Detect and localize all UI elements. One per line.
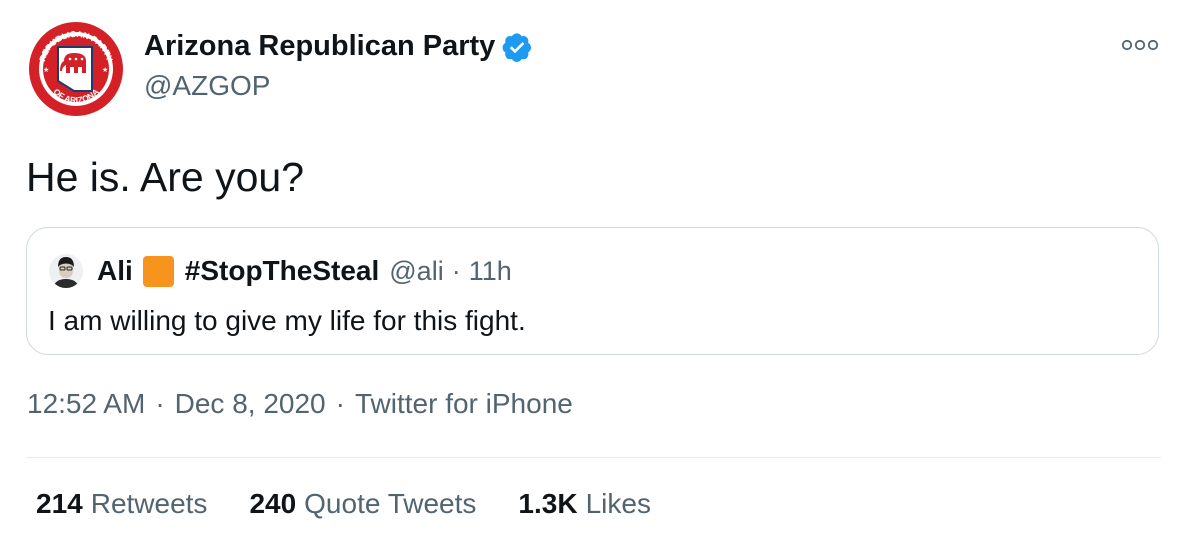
- author-handle[interactable]: @AZGOP: [144, 70, 270, 102]
- quoted-tweet-text: I am willing to give my life for this fi…: [48, 305, 526, 336]
- person-avatar-icon: [49, 254, 83, 288]
- svg-text:★: ★: [102, 66, 108, 74]
- svg-text:★: ★: [43, 66, 49, 74]
- quoted-author-hashtag[interactable]: #StopTheSteal: [185, 255, 379, 287]
- likes-stat[interactable]: 1.3K Likes: [518, 488, 651, 520]
- quoted-author-name[interactable]: Ali: [97, 255, 133, 287]
- quote-tweets-label: Quote Tweets: [304, 488, 477, 519]
- divider: [26, 457, 1161, 458]
- likes-label: Likes: [585, 488, 651, 519]
- tweet-time[interactable]: 12:52 AM: [27, 388, 145, 419]
- retweets-stat[interactable]: 214 Retweets: [36, 488, 207, 520]
- author-avatar[interactable]: REPUBLICAN PARTY OF ARIZONA ★ ★: [28, 21, 124, 117]
- quoted-tweet[interactable]: Ali #StopTheSteal @ali · 11h I am willin…: [26, 227, 1159, 355]
- azgop-logo: REPUBLICAN PARTY OF ARIZONA ★ ★: [29, 22, 123, 116]
- meta-separator: ·: [155, 388, 165, 419]
- tweet-source[interactable]: Twitter for iPhone: [355, 388, 573, 419]
- more-options-icon: [1121, 39, 1159, 51]
- likes-count: 1.3K: [518, 488, 578, 519]
- tweet-meta: 12:52 AM · Dec 8, 2020 · Twitter for iPhone: [27, 388, 573, 420]
- quoted-tweet-header: Ali #StopTheSteal @ali · 11h: [49, 252, 512, 290]
- meta-separator: ·: [335, 388, 345, 419]
- author-name-text[interactable]: Arizona Republican Party: [144, 30, 495, 63]
- quoted-author-avatar[interactable]: [49, 254, 83, 288]
- retweets-count: 214: [36, 488, 83, 519]
- quote-tweets-stat[interactable]: 240 Quote Tweets: [249, 488, 476, 520]
- quoted-author-handle: @ali: [389, 255, 444, 286]
- author-name[interactable]: Arizona Republican Party: [144, 30, 533, 63]
- quote-tweets-count: 240: [249, 488, 297, 519]
- tweet-date[interactable]: Dec 8, 2020: [175, 388, 326, 419]
- verified-badge-icon: [502, 32, 532, 62]
- engagement-stats: 214 Retweets 240 Quote Tweets 1.3K Likes: [36, 488, 693, 520]
- tweet-text: He is. Are you?: [26, 154, 305, 200]
- quoted-time[interactable]: 11h: [469, 256, 512, 287]
- retweets-label: Retweets: [90, 488, 208, 519]
- orange-square-emoji-icon: [142, 255, 174, 287]
- more-options-button[interactable]: [1118, 30, 1162, 60]
- quoted-separator: ·: [451, 255, 461, 286]
